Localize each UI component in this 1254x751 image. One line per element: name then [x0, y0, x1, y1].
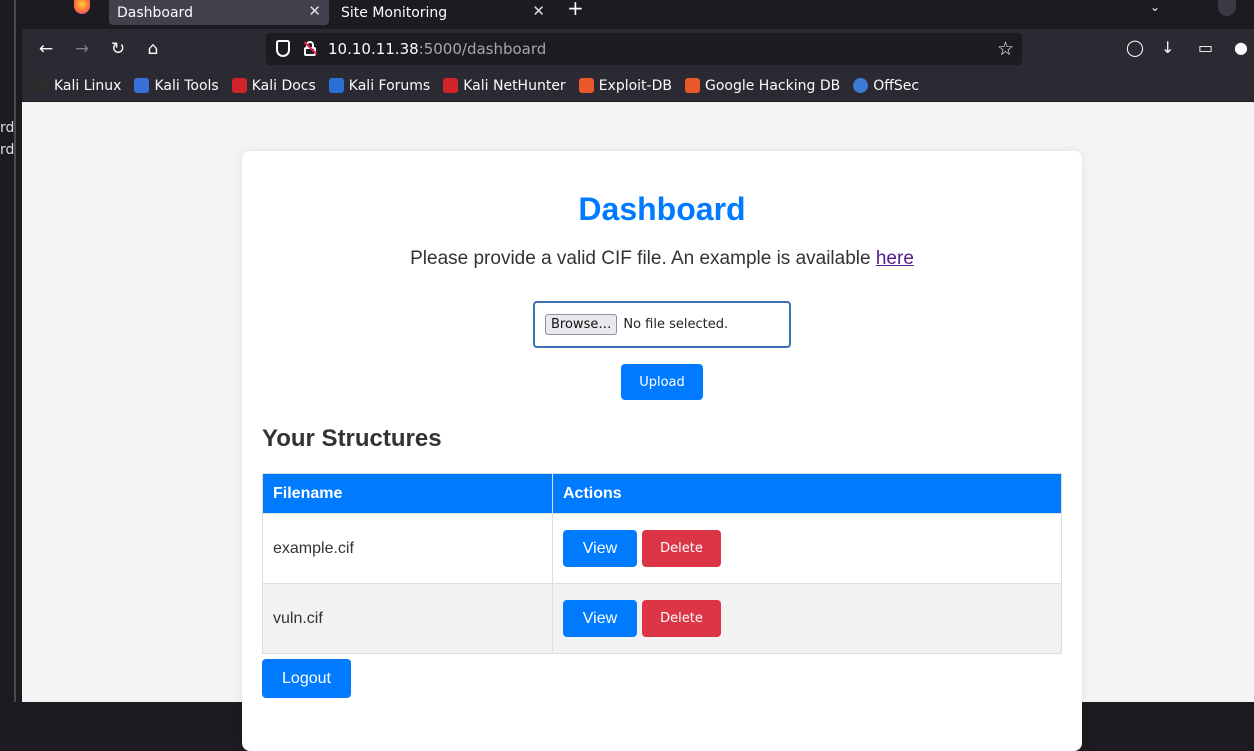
file-status-text: No file selected.	[623, 317, 729, 332]
file-input[interactable]: Browse… No file selected.	[533, 301, 791, 348]
view-button[interactable]: View	[563, 530, 637, 567]
exploit-db-icon	[578, 78, 594, 93]
bookmark-exploit-db[interactable]: Exploit-DB	[578, 77, 672, 94]
kali-docs-icon	[231, 78, 247, 93]
instructions-text: Please provide a valid CIF file. An exam…	[410, 248, 876, 269]
actions-cell: View Delete	[552, 513, 1062, 584]
tab-site-monitoring[interactable]: Site Monitoring ✕	[333, 0, 553, 25]
background-text-line: rd	[0, 142, 15, 158]
extensions-icon[interactable]: ▭	[1198, 38, 1213, 57]
forward-arrow-icon[interactable]: →	[70, 37, 94, 61]
download-icon[interactable]: ↓	[1161, 38, 1174, 57]
url-path: :5000/dashboard	[418, 40, 547, 58]
address-bar[interactable]: 10.10.11.38:5000/dashboard ☆	[266, 33, 1022, 65]
page-title: Dashboard	[578, 191, 746, 227]
browse-button[interactable]: Browse…	[545, 314, 618, 335]
ghdb-icon	[684, 78, 700, 93]
tab-label: Dashboard	[117, 4, 193, 21]
bookmark-label: Kali Docs	[251, 77, 316, 94]
kali-nethunter-icon	[443, 78, 459, 93]
column-header-actions: Actions	[552, 473, 1062, 514]
firefox-icon	[74, 0, 90, 14]
bookmark-star-icon[interactable]: ☆	[997, 38, 1014, 60]
url-host: 10.10.11.38	[328, 40, 419, 58]
example-file-link[interactable]: here	[876, 248, 914, 269]
background-text-line: rd	[0, 120, 15, 136]
navigation-bar: ← → ↻ ⌂ 10.10.11.38:5000/dashboard ☆ ◯ ↓…	[22, 29, 1254, 70]
table-row: vuln.cif View Delete	[262, 583, 1062, 654]
view-button[interactable]: View	[563, 600, 637, 637]
upload-button[interactable]: Upload	[621, 364, 703, 400]
bookmark-kali-forums[interactable]: Kali Forums	[328, 77, 431, 94]
bookmark-label: Kali Linux	[54, 77, 122, 94]
reload-icon[interactable]: ↻	[106, 37, 130, 61]
actions-cell: View Delete	[552, 583, 1062, 654]
bookmark-label: OffSec	[873, 77, 920, 94]
bookmark-kali-docs[interactable]: Kali Docs	[231, 77, 316, 94]
kali-tools-icon	[134, 78, 150, 93]
bookmark-google-hacking-db[interactable]: Google Hacking DB	[684, 77, 841, 94]
bookmark-kali-tools[interactable]: Kali Tools	[134, 77, 219, 94]
dashboard-card: Dashboard Please provide a valid CIF fil…	[242, 151, 1082, 751]
tab-dashboard[interactable]: Dashboard ✕	[109, 0, 329, 25]
bookmarks-toolbar: Kali Linux Kali Tools Kali Docs Kali For…	[22, 70, 1254, 102]
pocket-icon[interactable]: ◯	[1126, 38, 1144, 57]
bookmark-label: Exploit-DB	[598, 77, 672, 94]
bookmark-offsec[interactable]: OffSec	[853, 78, 919, 94]
offsec-icon	[853, 78, 869, 93]
tab-list-chevron-icon[interactable]: ⌄	[1150, 0, 1160, 14]
filename-cell: example.cif	[262, 513, 553, 584]
home-icon[interactable]: ⌂	[141, 37, 165, 61]
bookmark-label: Kali Forums	[348, 77, 431, 94]
close-tab-icon[interactable]: ✕	[308, 2, 321, 20]
table-header-row: Filename Actions	[262, 473, 1062, 514]
close-tab-icon[interactable]: ✕	[532, 2, 545, 20]
kali-forums-icon	[328, 78, 344, 93]
url-text[interactable]: 10.10.11.38:5000/dashboard	[328, 40, 546, 58]
column-header-filename: Filename	[262, 473, 553, 514]
bookmark-label: Google Hacking DB	[704, 77, 841, 94]
upload-instructions: Please provide a valid CIF file. An exam…	[242, 248, 1082, 270]
bookmark-kali-nethunter[interactable]: Kali NetHunter	[443, 77, 566, 94]
profile-icon[interactable]	[1218, 0, 1236, 16]
logout-button[interactable]: Logout	[262, 659, 351, 698]
tracking-shield-icon[interactable]	[276, 40, 290, 57]
delete-button[interactable]: Delete	[642, 530, 721, 567]
background-window-edge: rd rd	[0, 0, 22, 702]
tab-bar: Dashboard ✕ Site Monitoring ✕ + ⌄	[22, 0, 1254, 29]
table-row: example.cif View Delete	[262, 513, 1062, 584]
extension-badge-icon[interactable]: ●	[1234, 38, 1248, 57]
page-viewport: Dashboard Please provide a valid CIF fil…	[22, 102, 1254, 751]
delete-button[interactable]: Delete	[642, 600, 721, 637]
tab-label: Site Monitoring	[341, 4, 448, 21]
bookmark-label: Kali NetHunter	[463, 77, 566, 94]
browser-window: Dashboard ✕ Site Monitoring ✕ + ⌄ ← → ↻ …	[22, 0, 1254, 751]
background-window-border	[0, 0, 16, 702]
back-arrow-icon[interactable]: ←	[34, 37, 58, 61]
insecure-lock-icon[interactable]	[303, 41, 318, 56]
bookmark-label: Kali Tools	[154, 77, 219, 94]
structures-heading: Your Structures	[262, 425, 442, 452]
filename-cell: vuln.cif	[262, 583, 553, 654]
new-tab-icon[interactable]: +	[567, 0, 584, 18]
structures-table: Filename Actions example.cif View Delete …	[262, 473, 1062, 654]
bookmark-kali-linux[interactable]: Kali Linux	[34, 78, 121, 94]
kali-dragon-icon	[34, 78, 49, 93]
